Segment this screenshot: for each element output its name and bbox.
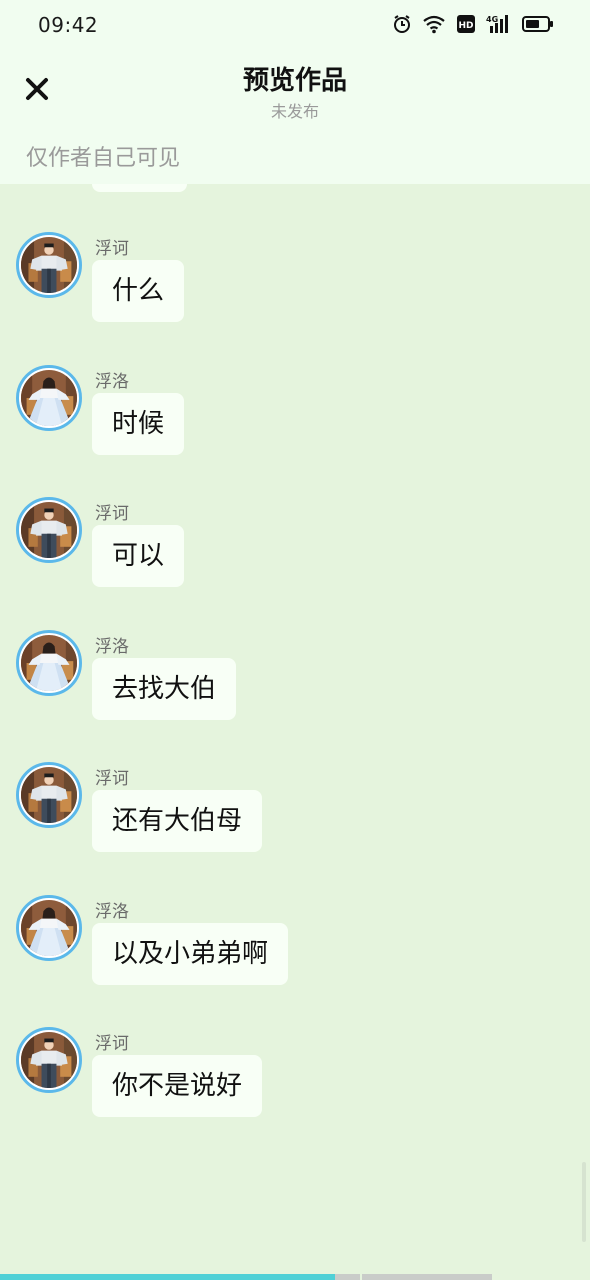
- avatar[interactable]: [16, 1027, 82, 1093]
- hd-icon: HD: [456, 14, 476, 34]
- alarm-icon: [392, 14, 412, 34]
- message-row: 浮诃 还有大伯母: [0, 762, 590, 862]
- avatar[interactable]: [16, 365, 82, 431]
- message-bubble[interactable]: 可以: [92, 525, 185, 587]
- sender-name: 浮诃: [95, 504, 129, 524]
- status-icons: HD 4G: [392, 14, 554, 34]
- message-bubble[interactable]: 时候: [92, 393, 185, 455]
- 4g-signal-icon: 4G: [486, 14, 512, 34]
- message-row: 浮洛 去找大伯: [0, 630, 590, 730]
- avatar[interactable]: [16, 762, 82, 828]
- scrollbar[interactable]: [582, 1162, 586, 1242]
- progress-played: [0, 1274, 336, 1280]
- sender-name: 浮诃: [95, 239, 129, 259]
- progress-remaining: [362, 1274, 492, 1280]
- message-bubble[interactable]: 还有大伯母: [92, 790, 263, 852]
- message-bubble[interactable]: 什么: [92, 260, 185, 322]
- message-row: 浮诃 可以: [0, 497, 590, 597]
- message-bubble[interactable]: 去找大伯: [92, 658, 237, 720]
- sender-name: 浮洛: [95, 637, 129, 657]
- message-row: 浮洛 时候: [0, 365, 590, 465]
- sender-name: 浮诃: [95, 1034, 129, 1054]
- sender-name: 浮洛: [95, 372, 129, 392]
- sender-name: 浮洛: [95, 902, 129, 922]
- network-label: 4G: [486, 15, 498, 24]
- status-time: 09:42: [38, 13, 99, 37]
- avatar[interactable]: [16, 895, 82, 961]
- page-title: 预览作品: [242, 66, 347, 96]
- message-row: 浮诃 你不是说好: [0, 1027, 590, 1127]
- avatar[interactable]: [16, 497, 82, 563]
- battery-icon: [522, 14, 554, 34]
- message-bubble[interactable]: 以及小弟弟啊: [92, 923, 289, 985]
- avatar[interactable]: [16, 630, 82, 696]
- avatar[interactable]: [16, 232, 82, 298]
- sender-name: 浮诃: [95, 769, 129, 789]
- progress-bar[interactable]: [0, 1274, 590, 1280]
- header-bar: 09:42 HD 4G 预览作品 未发布 仅作者自己可见: [0, 0, 590, 184]
- message-row: 浮洛 以及小弟弟啊: [0, 895, 590, 995]
- visibility-note: 仅作者自己可见: [26, 146, 181, 171]
- message-bubble[interactable]: 你不是说好: [92, 1055, 263, 1117]
- wifi-icon: [422, 14, 446, 34]
- publish-status: 未发布: [270, 102, 319, 121]
- progress-buffer: [335, 1274, 360, 1280]
- message-row: 浮诃 什么: [0, 232, 590, 332]
- hd-label: HD: [458, 21, 473, 31]
